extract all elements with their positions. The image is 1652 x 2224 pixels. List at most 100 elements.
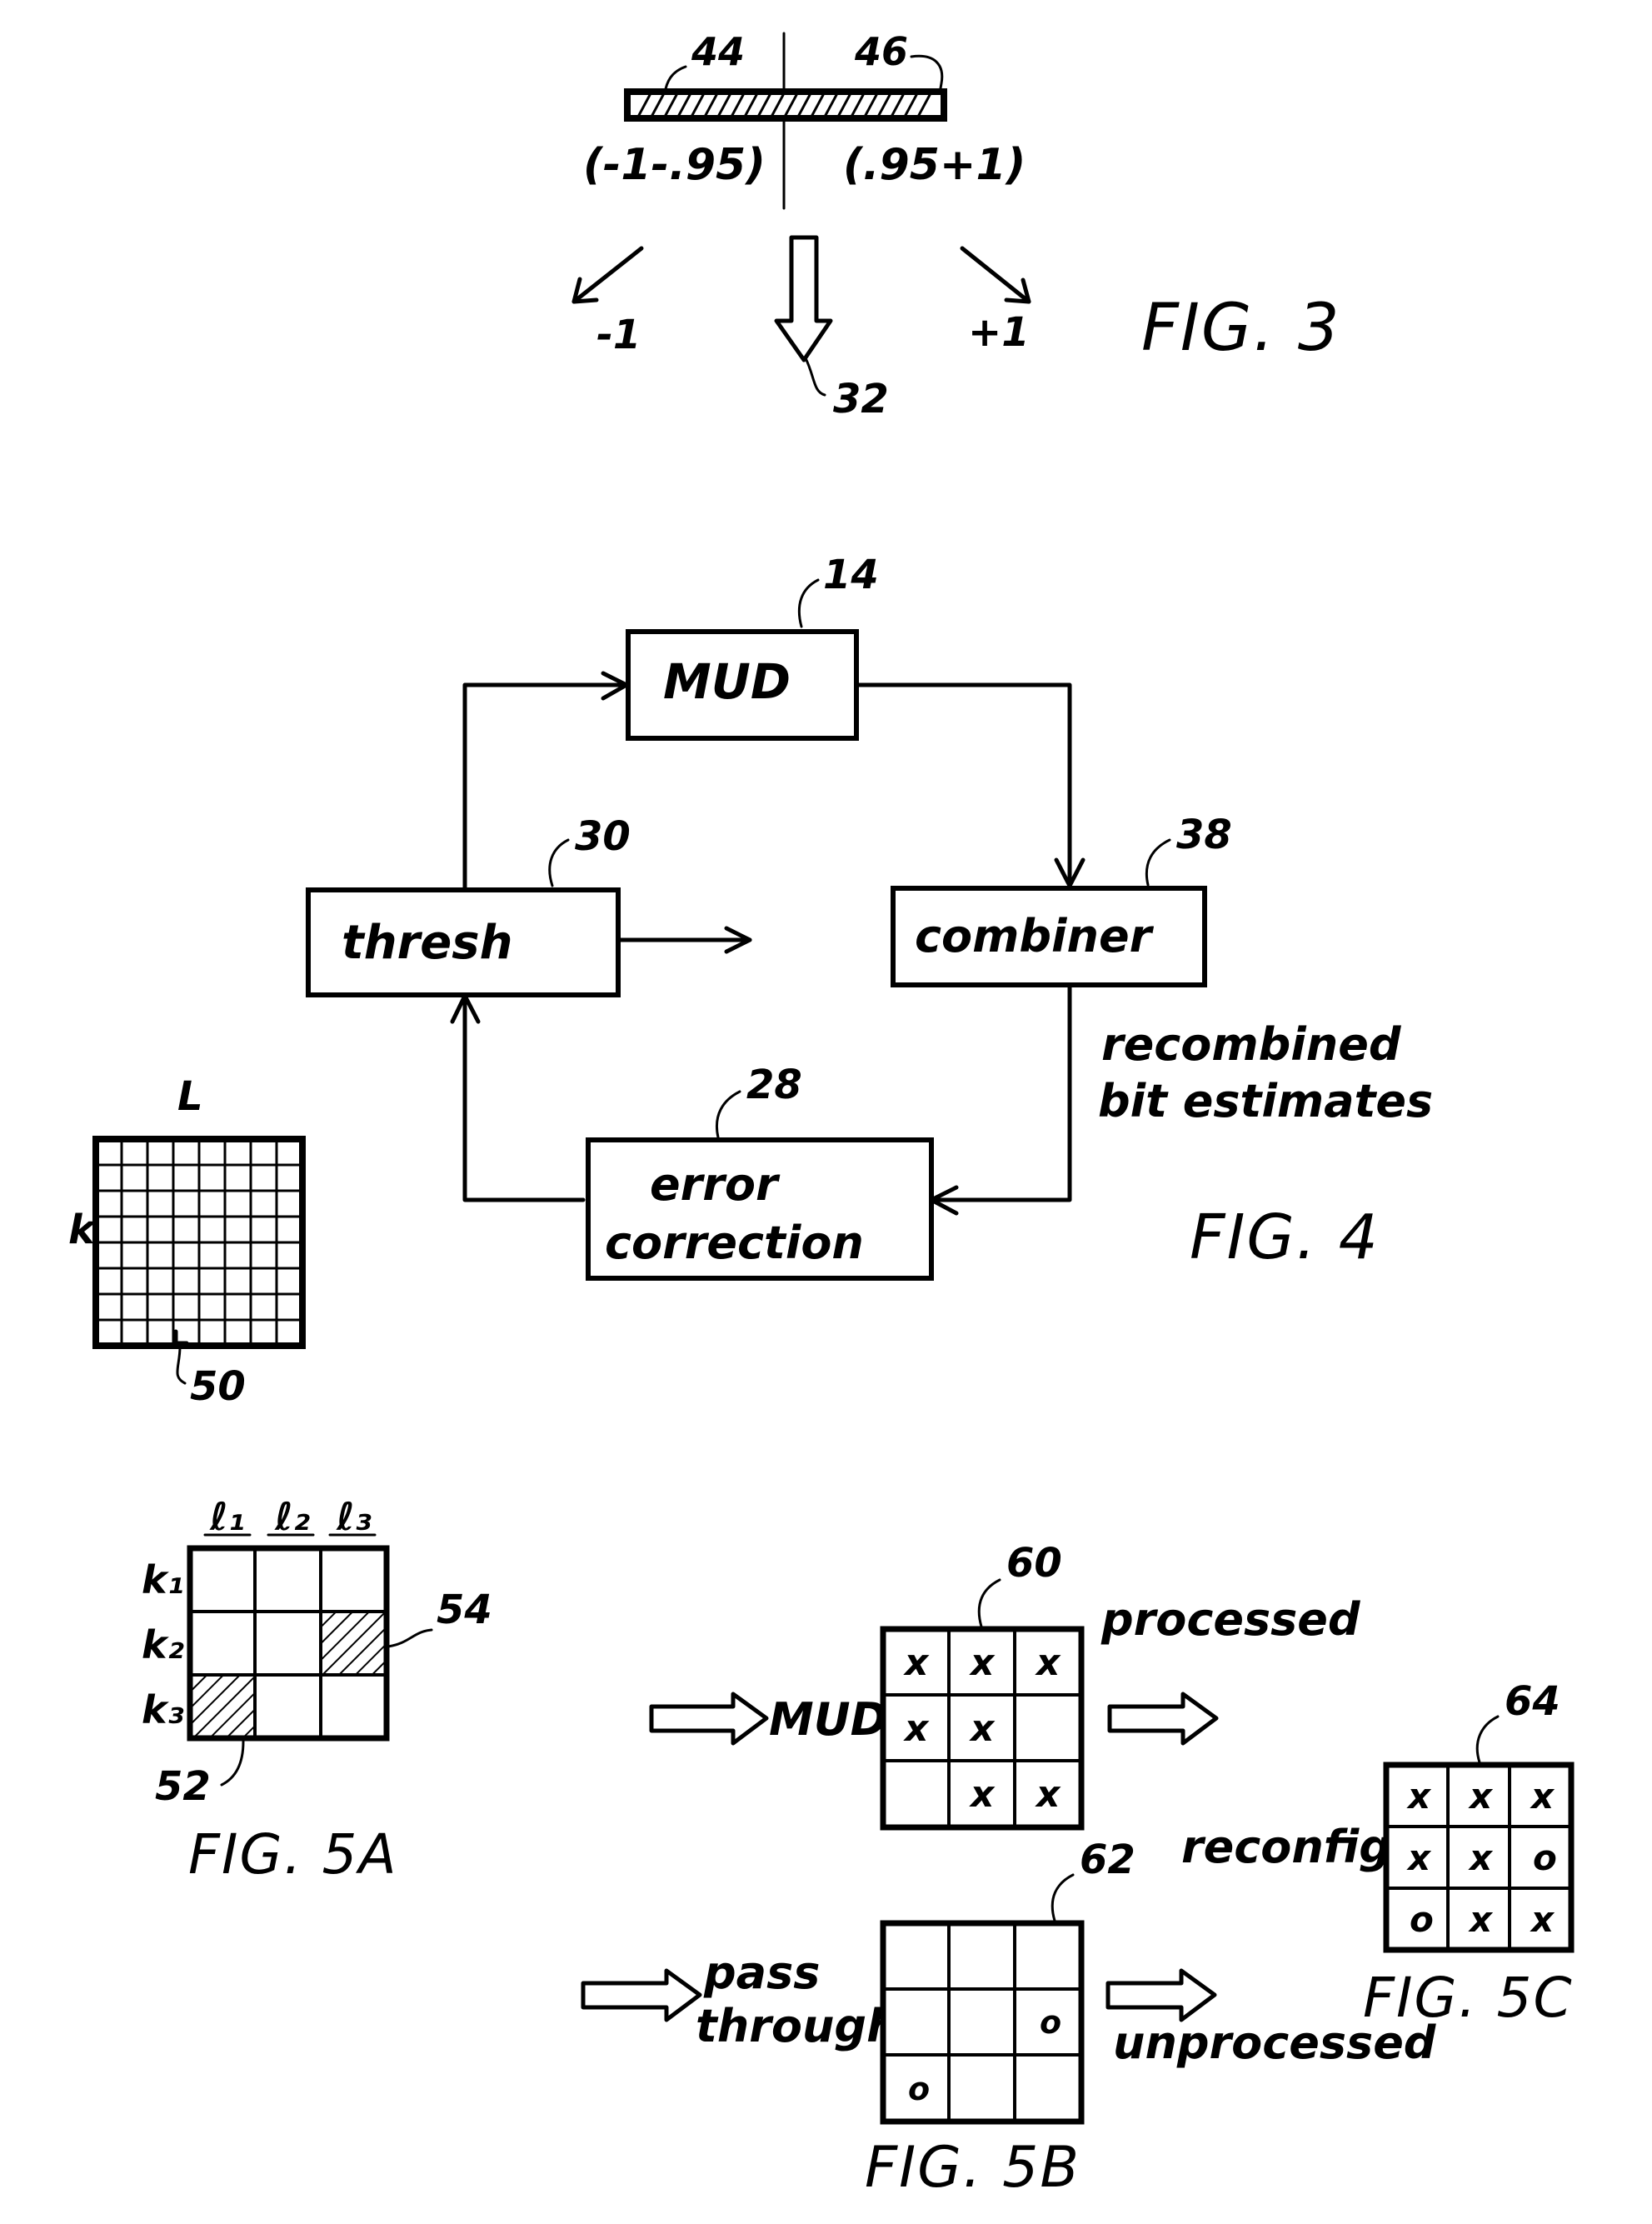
figure-5a-group: ℓ₁ ℓ₂ ℓ₃ k₁ k₂ k₃ 54 52 FIG. 5A bbox=[142, 1494, 492, 1887]
fig5a-row-header-1: k₁ bbox=[142, 1557, 184, 1602]
fig4-block-error-correction: error correction bbox=[586, 1137, 934, 1281]
fig5b-grid-62: o o bbox=[880, 1920, 1085, 2125]
fig3-leader-46 bbox=[910, 54, 944, 95]
fig4-grid-50: L k 50 bbox=[68, 1073, 306, 1410]
fig5b-top-cell-r2c1: x bbox=[903, 1707, 930, 1750]
fig4-leader-50 bbox=[176, 1345, 187, 1385]
fig5a-col-header-3: ℓ₃ bbox=[336, 1494, 372, 1539]
fig5a-row-header-2: k₂ bbox=[142, 1622, 184, 1667]
fig5a-cell-k3-l1-hatched bbox=[190, 1675, 255, 1738]
fig4-ref-14: 14 bbox=[823, 552, 879, 598]
fig5b-leader-60 bbox=[977, 1578, 1001, 1628]
fig4-block-mud-label: MUD bbox=[663, 653, 791, 710]
fig4-wire-thresh-to-mud bbox=[462, 682, 629, 909]
fig4-block-thresh-label: thresh bbox=[342, 916, 512, 970]
figure-4-group: MUD 14 thresh 30 combiner 38 error corre… bbox=[68, 552, 1433, 1410]
fig5c-grid-64: x x x x x o o x x bbox=[1383, 1762, 1575, 1953]
fig5b-top-cell-r1c1: x bbox=[903, 1642, 930, 1684]
fig5c-cell-r2c1: x bbox=[1406, 1837, 1432, 1878]
fig5b-ref-62: 62 bbox=[1080, 1837, 1135, 1883]
fig5b-top-output-arrow bbox=[1107, 1692, 1219, 1746]
fig5a-leader-52 bbox=[220, 1740, 245, 1787]
patent-drawing-sheet: 44 46 (-1-.95) (.95+1) -1 32 +1 FIG. 3 M… bbox=[0, 0, 1652, 2224]
fig5c-title: FIG. 5C bbox=[1363, 1966, 1574, 2030]
fig5b-grid-60: x x x x x x x bbox=[880, 1626, 1085, 1831]
fig3-range-right: (.95+1) bbox=[843, 140, 1026, 190]
fig4-block-mud: MUD bbox=[626, 629, 859, 741]
fig4-block-errcor-line2: correction bbox=[605, 1217, 864, 1269]
fig5b-bottom-input-line1: pass bbox=[703, 1947, 820, 1999]
fig3-decision-bar bbox=[624, 88, 947, 122]
fig5a-leader-54 bbox=[387, 1628, 433, 1648]
fig4-block-thresh: thresh bbox=[306, 887, 621, 997]
fig3-arrow-right bbox=[960, 246, 1031, 304]
fig4-block-combiner: combiner bbox=[891, 886, 1207, 987]
fig5a-cell-k2-l3-hatched bbox=[321, 1612, 387, 1675]
fig4-leader-38 bbox=[1145, 838, 1171, 887]
fig5c-cell-r3c3: x bbox=[1530, 1899, 1555, 1940]
fig5b-top-input-arrow bbox=[649, 1692, 769, 1746]
fig4-annotation-line1: recombined bbox=[1101, 1018, 1402, 1071]
fig5b-ref-60: 60 bbox=[1006, 1540, 1062, 1587]
fig5a-ref-54: 54 bbox=[437, 1587, 492, 1633]
fig5b-top-output-label: processed bbox=[1101, 1593, 1361, 1646]
fig5b-bot-cell-r2c3: o bbox=[1040, 2004, 1061, 2041]
fig5b-top-cell-r3c3: x bbox=[1035, 1773, 1061, 1816]
fig4-block-errcor-line1: error bbox=[650, 1158, 781, 1211]
fig5a-ref-52: 52 bbox=[155, 1763, 211, 1810]
fig5b-bottom-input-arrow bbox=[581, 1968, 702, 2022]
fig4-leader-30 bbox=[548, 838, 570, 887]
fig4-title: FIG. 4 bbox=[1190, 1202, 1380, 1273]
fig5b-leader-62 bbox=[1051, 1873, 1075, 1922]
fig5a-title: FIG. 5A bbox=[188, 1822, 398, 1887]
fig4-block-combiner-label: combiner bbox=[915, 910, 1155, 962]
fig4-leader-28 bbox=[716, 1090, 741, 1139]
fig5b-top-cell-r1c3: x bbox=[1035, 1642, 1061, 1684]
fig3-output-minus1: -1 bbox=[596, 312, 641, 358]
fig3-output-plus1: +1 bbox=[968, 309, 1030, 356]
fig4-wire-mud-to-combiner bbox=[854, 682, 1072, 888]
fig5a-row-header-3: k₃ bbox=[142, 1687, 184, 1732]
fig5c-cell-r1c3: x bbox=[1530, 1776, 1555, 1817]
figure-3-group: 44 46 (-1-.95) (.95+1) -1 32 +1 FIG. 3 bbox=[571, 29, 1341, 422]
fig5b-title: FIG. 5B bbox=[865, 2135, 1081, 2201]
fig3-arrow-center bbox=[774, 235, 833, 362]
fig4-grid-ref-50: 50 bbox=[190, 1363, 246, 1410]
fig3-title: FIG. 3 bbox=[1141, 291, 1341, 366]
fig3-arrow-left bbox=[571, 246, 644, 304]
fig4-wire-combiner-to-errcor bbox=[929, 981, 1072, 1202]
fig5c-cell-r3c2: x bbox=[1468, 1899, 1494, 1940]
fig5c-cell-r3c1: o bbox=[1410, 1899, 1434, 1940]
fig4-wire-errcor-to-thresh bbox=[462, 993, 586, 1202]
fig4-ref-30: 30 bbox=[575, 813, 631, 860]
fig3-leader-32 bbox=[804, 357, 826, 397]
fig4-annotation-line2: bit estimates bbox=[1098, 1075, 1433, 1127]
fig5a-col-header-1: ℓ₁ bbox=[209, 1494, 245, 1539]
fig5b-bottom-output-arrow bbox=[1105, 1968, 1217, 2022]
fig3-ref-32: 32 bbox=[833, 376, 889, 422]
fig5c-arrow-label: reconfig bbox=[1181, 1821, 1391, 1873]
figure-5c-group: reconfig x x x x x o o x x 64 FIG. 5C bbox=[1181, 1678, 1575, 2030]
fig5b-top-cell-r3c2: x bbox=[969, 1773, 996, 1816]
fig5b-bot-cell-r3c1: o bbox=[908, 2071, 930, 2107]
fig4-ref-38: 38 bbox=[1176, 812, 1232, 858]
fig5c-cell-r2c2: x bbox=[1468, 1837, 1494, 1878]
fig5b-bottom-input-line2: through bbox=[696, 2000, 899, 2052]
fig4-grid-col-label: L bbox=[177, 1073, 203, 1120]
fig5c-cell-r1c2: x bbox=[1468, 1776, 1494, 1817]
fig4-ref-28: 28 bbox=[746, 1062, 802, 1108]
fig5b-top-cell-r1c2: x bbox=[969, 1642, 996, 1684]
fig5b-top-input-label: MUD bbox=[769, 1693, 887, 1746]
fig5a-grid bbox=[187, 1545, 390, 1742]
fig5c-cell-r2c3: o bbox=[1533, 1837, 1557, 1878]
drawing-canvas: 44 46 (-1-.95) (.95+1) -1 32 +1 FIG. 3 M… bbox=[68, 29, 1575, 2201]
fig3-ref-46: 46 bbox=[854, 29, 908, 74]
fig5c-cell-r1c1: x bbox=[1406, 1776, 1432, 1817]
fig5b-top-cell-r2c2: x bbox=[969, 1707, 996, 1750]
fig3-range-left: (-1-.95) bbox=[583, 140, 766, 190]
fig5a-col-header-2: ℓ₂ bbox=[274, 1494, 310, 1539]
fig3-ref-44: 44 bbox=[691, 29, 745, 74]
fig5c-leader-64 bbox=[1475, 1715, 1500, 1764]
fig4-leader-14 bbox=[797, 578, 820, 628]
fig5c-ref-64: 64 bbox=[1505, 1678, 1560, 1725]
